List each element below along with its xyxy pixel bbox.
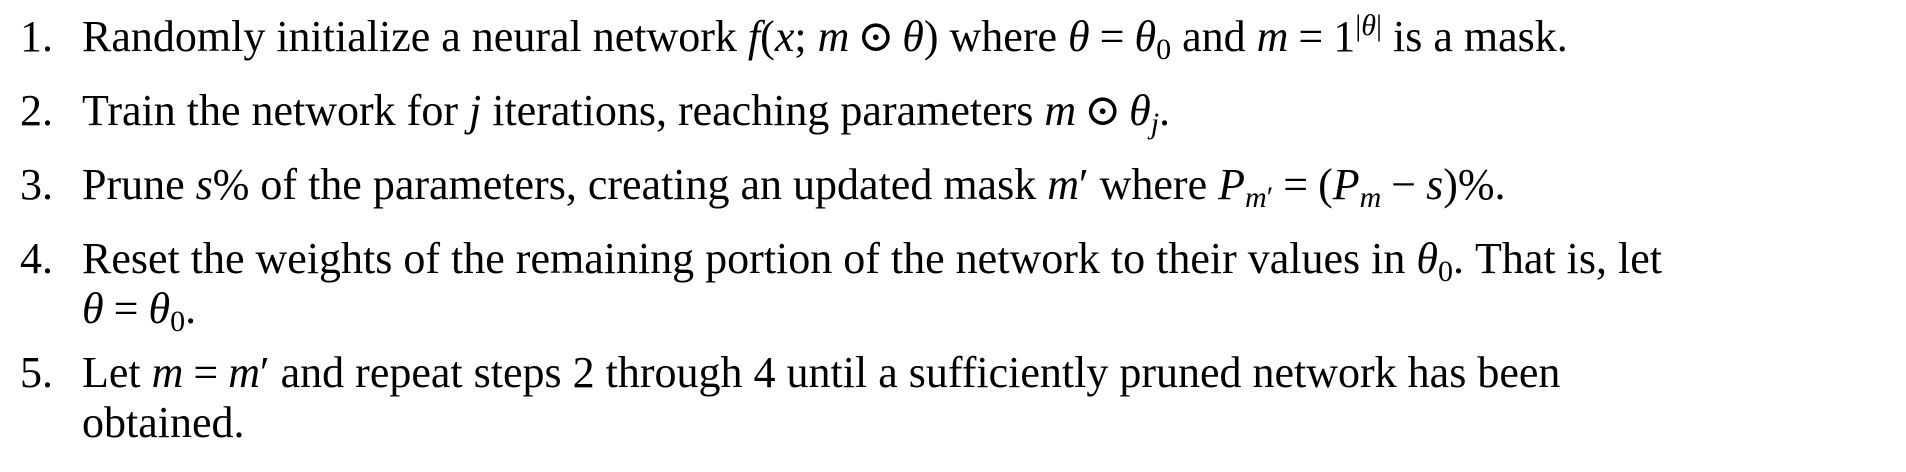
step-number: 2. <box>20 86 53 135</box>
step-4: 4. Reset the weights of the remaining po… <box>20 234 1870 338</box>
step-text: Train the network for j iterations, reac… <box>82 86 1171 140</box>
step-text-line-2: obtained. <box>82 398 245 447</box>
step-text-line-2: θ = θ0. <box>82 284 197 338</box>
step-5: 5. Let m = m′ and repeat steps 2 through 4… <box>20 348 1870 448</box>
step-text-line-1: Reset the weights of the remaining porti… <box>82 234 1662 288</box>
step-1: 1. Randomly initialize a neural network … <box>20 9 1870 66</box>
step-text-line-1: Let m = m′ and repeat steps 2 through 4 un… <box>82 348 1561 397</box>
step-number: 5. <box>20 348 53 397</box>
step-2: 2. Train the network for j iterations, r… <box>20 86 1870 140</box>
step-3: 3. Prune s% of the parameters, creating … <box>20 160 1870 214</box>
step-text: Prune s% of the parameters, creating an … <box>82 160 1506 214</box>
step-number: 1. <box>20 12 53 61</box>
algorithm-steps: 1. Randomly initialize a neural network … <box>20 9 1870 472</box>
step-number: 3. <box>20 160 53 209</box>
step-text: Randomly initialize a neural network f(x… <box>82 9 1568 66</box>
step-number: 4. <box>20 234 53 283</box>
